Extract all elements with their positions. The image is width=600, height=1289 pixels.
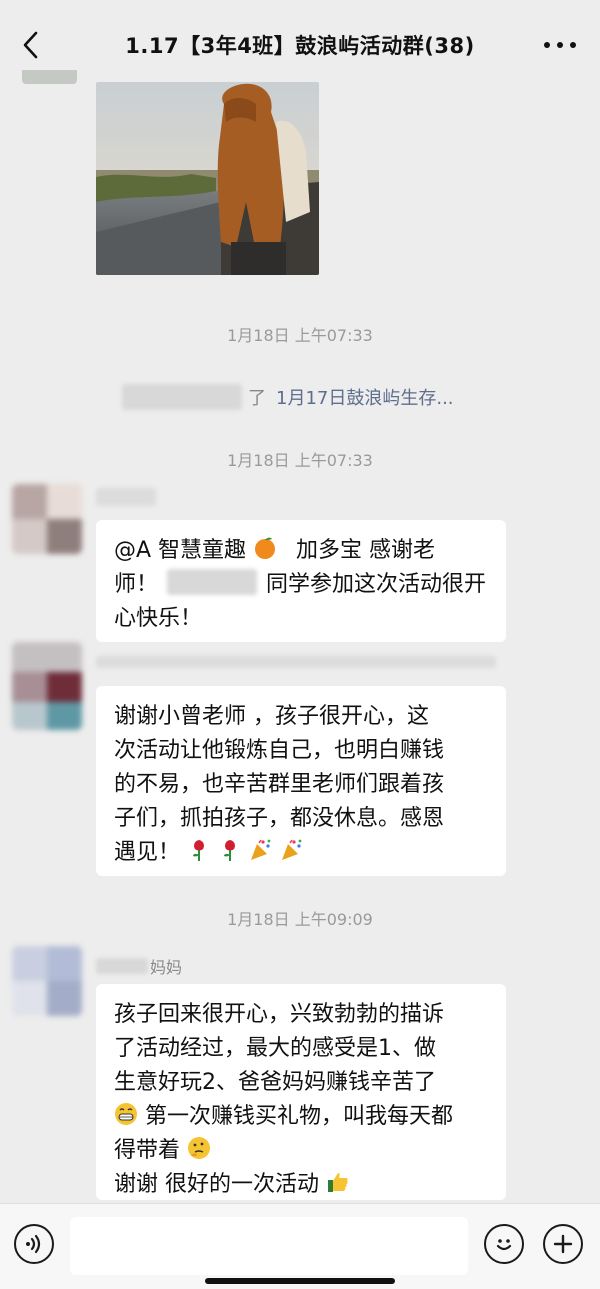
message-text: 加多宝 感谢老 xyxy=(296,538,436,563)
blurred-name xyxy=(122,384,242,410)
back-button[interactable] xyxy=(14,28,48,62)
thinking-emoji-icon xyxy=(188,1137,211,1159)
avatar[interactable] xyxy=(12,946,82,1016)
more-options-button[interactable] xyxy=(538,28,582,62)
rose-emoji-icon xyxy=(224,840,235,861)
chat-header: 1.17【3年4班】鼓浪屿活动群(38) xyxy=(0,0,600,90)
emoji-button[interactable] xyxy=(484,1224,524,1264)
message-text: 了活动经过，最大的感受是1、做 xyxy=(114,1036,436,1061)
plus-icon xyxy=(553,1234,573,1254)
chat-title: 1.17【3年4班】鼓浪屿活动群(38) xyxy=(125,34,475,58)
system-message-text: 了 xyxy=(248,388,266,409)
message-text: 生意好玩2、爸爸妈妈赚钱辛苦了 xyxy=(114,1070,436,1095)
voice-button[interactable] xyxy=(14,1224,54,1264)
voice-icon xyxy=(26,1234,41,1254)
system-message[interactable]: 了 1月17日鼓浪屿生存... xyxy=(122,380,492,414)
sender-name xyxy=(96,656,496,668)
party-popper-emoji-icon xyxy=(282,839,302,860)
message-text: 第一次赚钱买礼物，叫我每天都 xyxy=(145,1104,454,1129)
message-text: @A 智慧童趣 xyxy=(114,538,247,563)
grin-emoji-icon xyxy=(115,1103,137,1125)
add-button[interactable] xyxy=(543,1224,583,1264)
home-indicator xyxy=(205,1278,395,1284)
thumbs-up-emoji-icon xyxy=(328,1173,348,1192)
blurred-name xyxy=(96,958,148,974)
avatar[interactable] xyxy=(12,642,82,730)
message-bubble[interactable]: 孩子回来很开心，兴致勃勃的描诉 了活动经过，最大的感受是1、做 生意好玩2、爸爸… xyxy=(96,984,506,1200)
system-message-link[interactable]: 1月17日鼓浪屿生存... xyxy=(276,384,454,410)
message-text: 同学参加这次活动很开 xyxy=(266,572,487,597)
photo-image xyxy=(96,82,319,275)
avatar[interactable] xyxy=(22,70,77,84)
timestamp: 1月18日 上午07:33 xyxy=(227,326,373,345)
timestamp: 1月18日 上午09:09 xyxy=(227,910,373,929)
chevron-left-icon xyxy=(23,31,38,59)
orange-emoji-icon xyxy=(255,537,276,559)
blurred-name xyxy=(167,569,258,595)
message-text: 谢谢 很好的一次活动 xyxy=(114,1172,319,1197)
timestamp: 1月18日 上午07:33 xyxy=(227,451,373,470)
message-bubble[interactable]: 谢谢小曾老师 ，孩子很开心，这 次活动让他锻炼自己，也明白赚钱 的不易，也辛苦群… xyxy=(96,686,506,876)
message-text: 子们，抓拍孩子，都没休息。感恩 xyxy=(114,806,445,831)
sender-name: 妈妈 xyxy=(96,956,183,977)
message-text: 的不易，也辛苦群里老师们跟着孩 xyxy=(114,772,445,797)
party-popper-emoji-icon xyxy=(251,839,271,860)
message-text: 心快乐！ xyxy=(114,606,203,631)
message-text: 遇见！ xyxy=(114,840,181,865)
message-input[interactable] xyxy=(70,1217,468,1275)
sender-name-text: 妈妈 xyxy=(150,958,183,977)
message-bubble[interactable]: @A 智慧童趣 加多宝 感谢老 师！ 同学参加这次活动很开 心快乐！ xyxy=(96,520,506,642)
input-toolbar xyxy=(0,1203,600,1289)
avatar[interactable] xyxy=(12,484,82,554)
message-text: 孩子回来很开心，兴致勃勃的描诉 xyxy=(114,1002,445,1027)
message-text: 师！ xyxy=(114,572,159,597)
message-text: 次活动让他锻炼自己，也明白赚钱 xyxy=(114,738,445,763)
more-dots-icon xyxy=(544,42,576,48)
sender-name xyxy=(96,488,156,506)
message-text: 得带着 xyxy=(114,1138,181,1163)
photo-message[interactable] xyxy=(96,82,319,275)
smiley-icon xyxy=(496,1239,512,1251)
rose-emoji-icon xyxy=(193,840,204,861)
message-text: 谢谢小曾老师 ，孩子很开心，这 xyxy=(114,704,429,729)
